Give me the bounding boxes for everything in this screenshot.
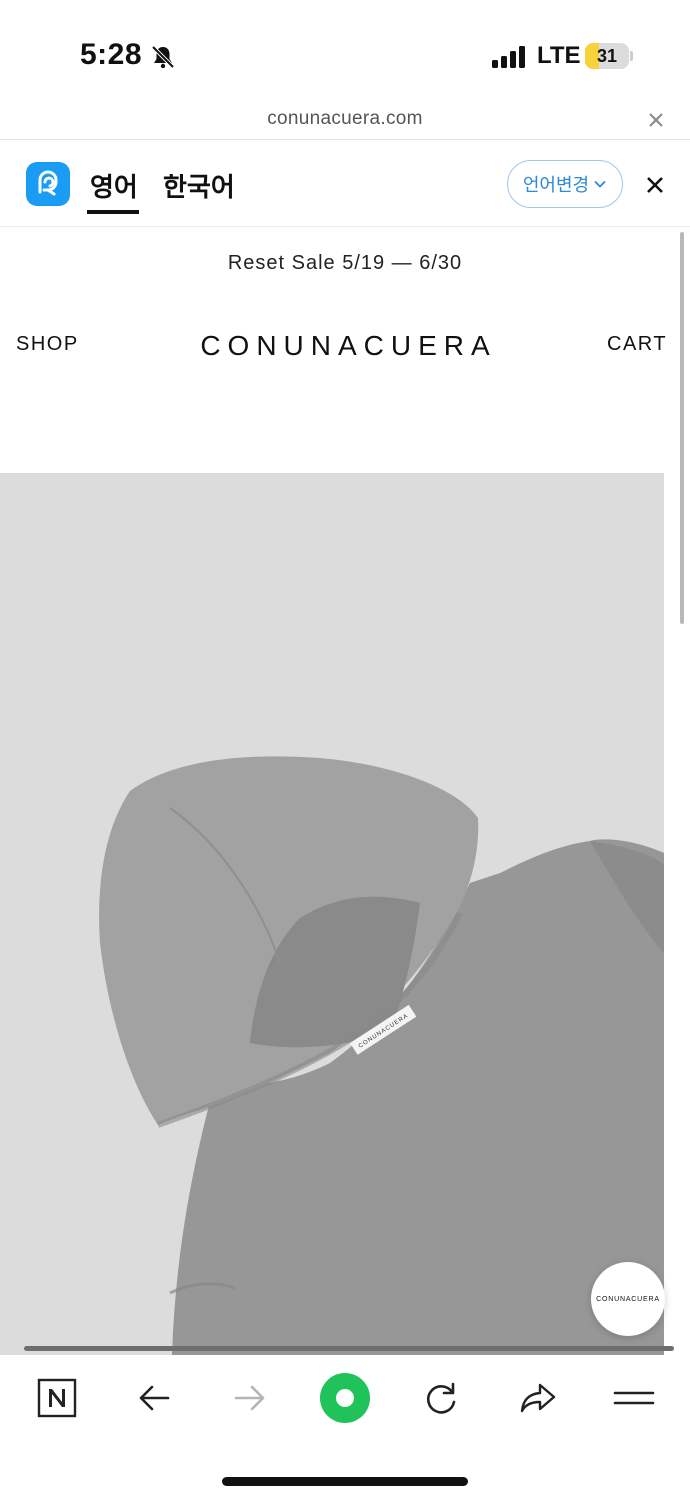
papago-logo-icon	[38, 170, 58, 196]
bell-slash-icon	[151, 45, 175, 69]
hero-image[interactable]: CONUNACUERA	[0, 473, 664, 1355]
url-bar[interactable]: conunacuera.com	[0, 100, 690, 140]
change-language-label: 언어변경	[522, 175, 590, 195]
green-dot-icon	[320, 1373, 370, 1423]
green-dot-button[interactable]	[320, 1373, 370, 1423]
forward-arrow-icon	[234, 1385, 265, 1411]
horizontal-scrollbar[interactable]	[24, 1346, 674, 1351]
translate-bar: 영어 한국어 언어변경	[0, 141, 690, 227]
back-button[interactable]	[132, 1376, 176, 1420]
cart-link[interactable]: CART	[607, 333, 667, 356]
back-arrow-icon	[139, 1385, 170, 1411]
active-tab-indicator	[87, 210, 139, 214]
status-bar: 5:28 LTE 31	[0, 0, 690, 100]
change-language-button[interactable]: 언어변경	[507, 160, 623, 208]
menu-icon	[613, 1391, 655, 1405]
battery-cap	[630, 51, 633, 61]
naver-home-button[interactable]	[35, 1376, 79, 1420]
naver-icon	[37, 1378, 77, 1418]
close-icon[interactable]	[646, 110, 666, 130]
battery-level: 31	[596, 46, 618, 66]
network-label: LTE	[537, 42, 581, 69]
share-button[interactable]	[516, 1376, 560, 1420]
chevron-down-icon	[594, 180, 606, 188]
refresh-button[interactable]	[419, 1376, 463, 1420]
promo-banner[interactable]: Reset Sale 5/19 — 6/30	[0, 252, 690, 275]
vertical-scrollbar[interactable]	[680, 232, 684, 624]
status-time: 5:28	[80, 38, 143, 71]
tab-korean[interactable]: 한국어	[163, 167, 235, 204]
menu-button[interactable]	[612, 1376, 656, 1420]
home-indicator[interactable]	[222, 1477, 468, 1486]
papago-icon[interactable]	[26, 162, 70, 206]
site-logo[interactable]: CONUNACUERA	[0, 330, 690, 362]
floating-logo-button[interactable]: CONUNACUERA	[591, 1262, 665, 1336]
battery-icon: 31	[585, 43, 629, 69]
refresh-icon	[426, 1382, 456, 1414]
share-icon	[520, 1383, 556, 1413]
hoodie-image: CONUNACUERA	[99, 756, 664, 1355]
tab-english[interactable]: 영어	[90, 167, 138, 204]
forward-button[interactable]	[228, 1376, 272, 1420]
url-text[interactable]: conunacuera.com	[0, 108, 690, 130]
close-translate-icon[interactable]	[644, 174, 666, 196]
signal-icon	[492, 46, 525, 68]
